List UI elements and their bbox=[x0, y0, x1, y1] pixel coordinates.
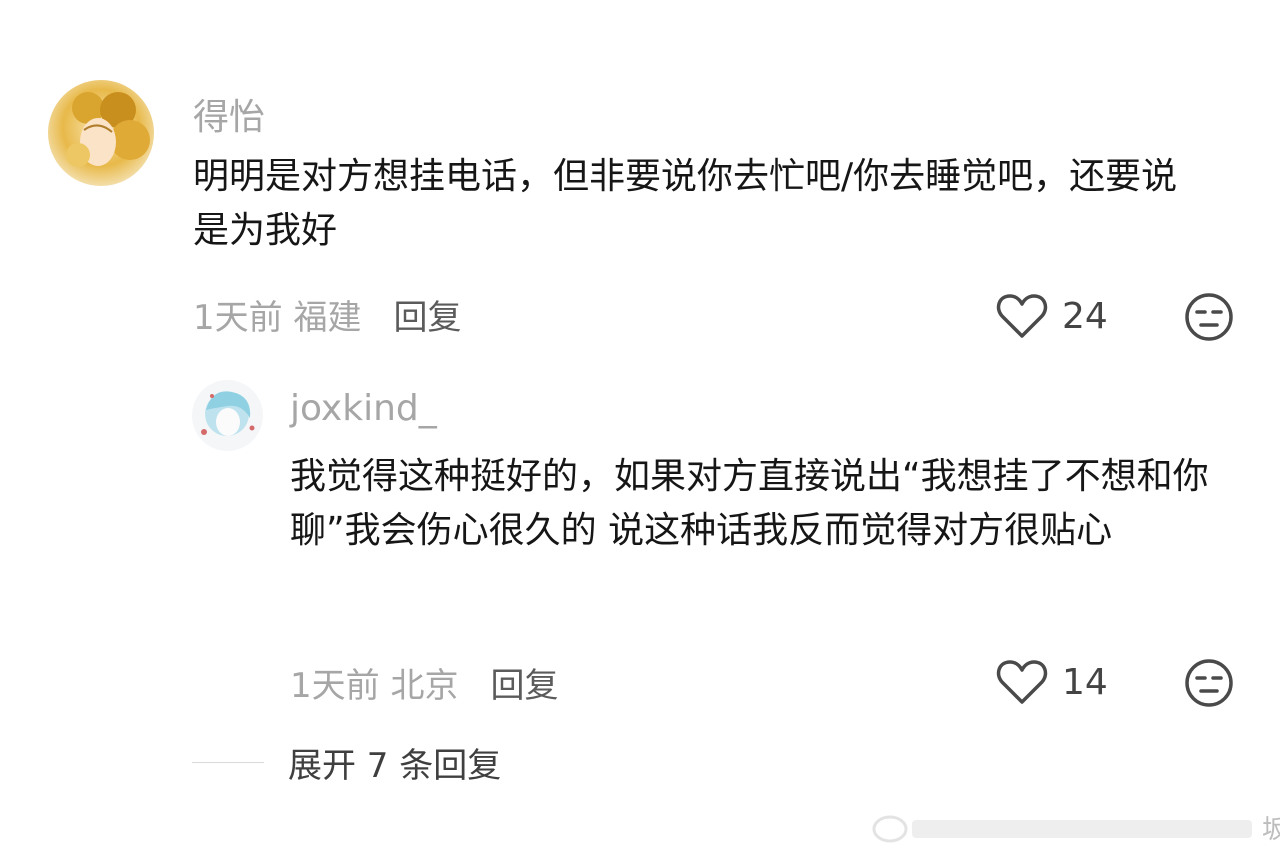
comment-thread: 得怡 明明是对方想挂电话，但非要说你去忙吧/你去睡觉吧，还要说是为我好 1天前 … bbox=[0, 0, 1284, 858]
reply-username[interactable]: joxkind_ bbox=[290, 388, 437, 429]
reply-item: joxkind_ 我觉得这种挺好的，如果对方直接说出“我想挂了不想和你聊”我会伤… bbox=[0, 0, 1284, 720]
reply-avatar[interactable] bbox=[192, 380, 263, 451]
reply-time-location: 1天前 北京 bbox=[290, 666, 459, 706]
expand-divider bbox=[192, 762, 264, 763]
reply-avatar-image bbox=[192, 380, 263, 451]
heart-outline-icon bbox=[996, 660, 1048, 704]
expand-replies-label[interactable]: 展开 7 条回复 bbox=[288, 738, 501, 787]
neutral-face-icon bbox=[1185, 659, 1233, 707]
reply-like-count: 14 bbox=[1062, 661, 1108, 703]
reply-dislike-button[interactable] bbox=[1184, 658, 1234, 712]
reply-like-button[interactable]: 14 bbox=[996, 658, 1108, 706]
expand-replies[interactable]: 展开 7 条回复 bbox=[192, 738, 501, 787]
reply-text: 我觉得这种挺好的，如果对方直接说出“我想挂了不想和你聊”我会伤心很久的 说这种话… bbox=[290, 456, 1209, 551]
reply-meta: 1天前 北京 回复 bbox=[290, 658, 558, 707]
watermark: 坂 bbox=[872, 815, 1280, 845]
reply-reply-button[interactable]: 回复 bbox=[490, 658, 558, 707]
svg-text:坂: 坂 bbox=[1262, 815, 1280, 845]
